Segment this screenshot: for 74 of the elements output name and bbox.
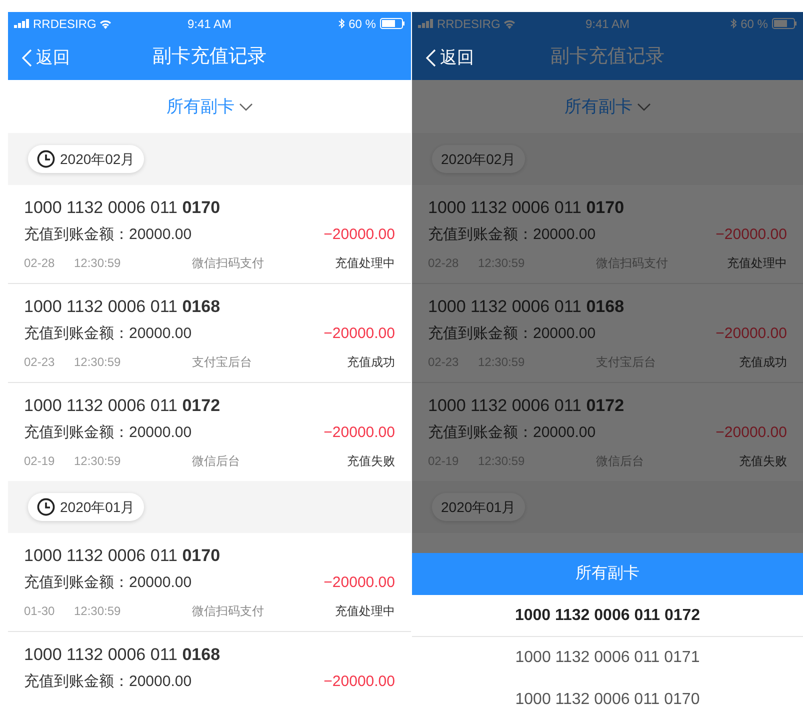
amount-label: 充值到账金额：20000.00 (24, 423, 192, 443)
month-label: 2020年02月 (441, 150, 516, 168)
carrier-name: RRDESIRG (437, 16, 500, 32)
card-option[interactable]: 1000 1132 0006 011 0170 (412, 679, 803, 711)
card-number: 1000 1132 0006 011 0172 (428, 395, 626, 417)
amount-value: −20000.00 (716, 324, 787, 344)
signal-icon (14, 19, 30, 28)
record-time: 12:30:59 (74, 603, 122, 619)
bluetooth-icon (338, 18, 345, 29)
carrier-name: RRDESIRG (33, 16, 96, 32)
card-number: 1000 1132 0006 011 0168 (428, 296, 626, 318)
bluetooth-icon (730, 18, 737, 29)
month-label: 2020年01月 (441, 498, 516, 516)
record-status: 充值成功 (739, 354, 787, 370)
page-title: 副卡充值记录 (152, 45, 266, 70)
amount-label: 充值到账金额：20000.00 (24, 672, 192, 692)
card-number: 1000 1132 0006 011 0168 (24, 296, 222, 318)
payment-channel: 微信扫码支付 (192, 255, 265, 271)
amount-label: 充值到账金额：20000.00 (428, 324, 596, 344)
record-status: 充值处理中 (727, 255, 787, 271)
amount-label: 充值到账金额：20000.00 (428, 423, 596, 443)
amount-value: −20000.00 (324, 324, 395, 344)
card-number: 1000 1132 0006 011 0172 (24, 395, 222, 417)
card-number: 1000 1132 0006 011 0168 (24, 644, 222, 666)
record-status: 充值处理中 (335, 255, 395, 271)
record-time: 12:30:59 (74, 354, 122, 370)
record-status: 充值失败 (739, 453, 787, 469)
amount-value: −20000.00 (324, 225, 395, 245)
chevron-down-icon (636, 102, 650, 110)
back-button[interactable]: 返回 (426, 44, 474, 70)
record-time: 12:30:59 (74, 255, 122, 271)
record-status: 充值处理中 (335, 603, 395, 619)
amount-label: 充值到账金额：20000.00 (24, 573, 192, 593)
card-number: 1000 1132 0006 011 0170 (24, 197, 222, 219)
payment-channel: 支付宝后台 (192, 354, 253, 370)
wifi-icon (503, 18, 516, 28)
page-title: 副卡充值记录 (550, 45, 664, 70)
chevron-down-icon (238, 102, 252, 110)
amount-value: −20000.00 (324, 573, 395, 593)
amount-value: −20000.00 (716, 423, 787, 443)
month-label: 2020年02月 (60, 150, 135, 168)
status-time: 9:41 AM (186, 16, 232, 32)
amount-label: 充值到账金额：20000.00 (24, 225, 192, 245)
record-status: 充值失败 (347, 453, 395, 469)
month-label: 2020年01月 (60, 498, 135, 516)
clock-icon (37, 498, 55, 516)
payment-channel: 微信扫码支付 (192, 603, 265, 619)
amount-value: −20000.00 (324, 672, 395, 692)
card-number: 1000 1132 0006 011 0170 (24, 545, 222, 567)
sheet-title: 所有副卡 (576, 564, 640, 584)
record-date: 02-19 (24, 453, 56, 469)
amount-label: 充值到账金额：20000.00 (428, 225, 596, 245)
amount-value: −20000.00 (716, 225, 787, 245)
signal-icon (418, 19, 434, 28)
payment-channel: 微信后台 (192, 453, 241, 469)
battery-percent: 60 % (348, 16, 376, 32)
chevron-left-icon (426, 48, 436, 66)
card-option[interactable]: 1000 1132 0006 011 0171 (412, 637, 803, 679)
status-time: 9:41 AM (584, 16, 630, 32)
battery-icon (772, 18, 797, 29)
amount-value: −20000.00 (324, 423, 395, 443)
card-number: 1000 1132 0006 011 0170 (428, 197, 626, 219)
record-date: 01-30 (24, 603, 56, 619)
battery-percent: 60 % (740, 16, 768, 32)
card-option[interactable]: 1000 1132 0006 011 0172 (412, 595, 803, 637)
battery-icon (380, 18, 405, 29)
chevron-left-icon (22, 48, 32, 66)
amount-label: 充值到账金额：20000.00 (24, 324, 192, 344)
clock-icon (37, 150, 55, 168)
record-date: 02-23 (24, 354, 56, 370)
wifi-icon (99, 18, 112, 28)
record-status: 充值成功 (347, 354, 395, 370)
record-date: 02-28 (24, 255, 56, 271)
record-time: 12:30:59 (74, 453, 122, 469)
